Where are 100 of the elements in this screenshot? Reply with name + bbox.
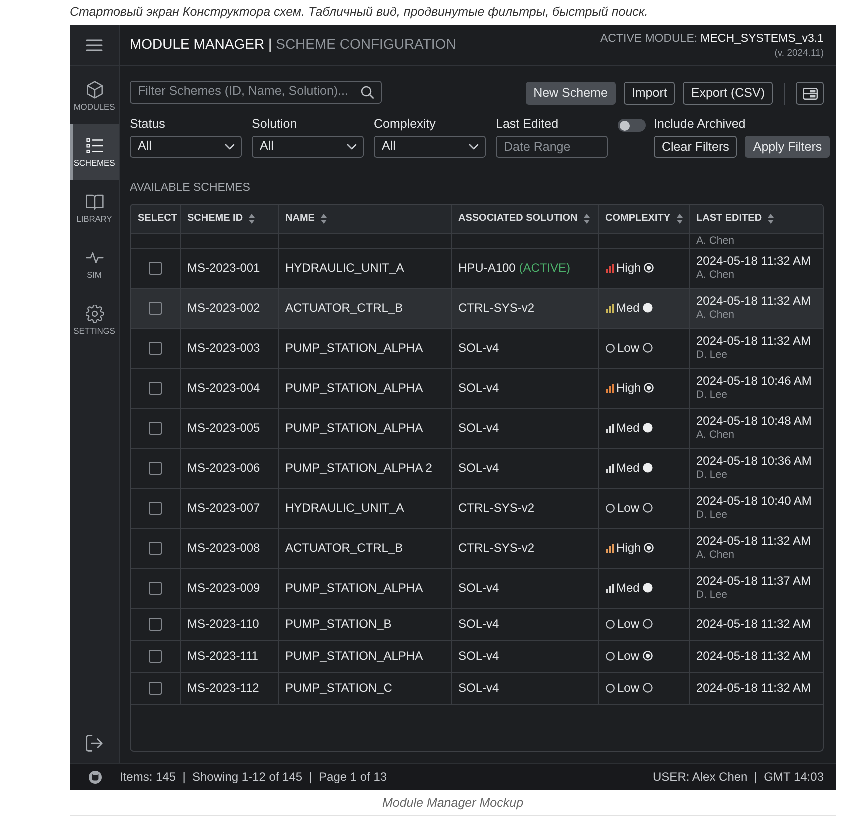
- sidebar-item[interactable]: LIBRARY: [70, 180, 119, 236]
- table-row[interactable]: MS-2023-007 HYDRAULIC_UNIT_A CTRL-SYS-v2 Low 2024-05-18 10:40 AM D. Lee: [131, 488, 823, 528]
- table-cell: HYDRAULIC_UNIT_A: [278, 248, 451, 288]
- sidebar-item[interactable]: SCHEMES: [70, 124, 119, 180]
- table-cell: SOL-v4: [451, 608, 598, 640]
- sort-icon[interactable]: [249, 214, 256, 224]
- toolbar-button[interactable]: New Scheme: [526, 82, 616, 105]
- filter-label: Solution: [252, 117, 298, 132]
- sort-icon[interactable]: [676, 214, 683, 224]
- filter-label: Complexity: [374, 117, 437, 132]
- edited-date: 2024-05-18 11:32 AM: [696, 680, 812, 696]
- checkbox[interactable]: [149, 582, 162, 594]
- logout-icon[interactable]: [86, 735, 103, 752]
- layout-button[interactable]: [796, 82, 824, 105]
- caption-text: Module Manager Mockup: [382, 796, 524, 810]
- filter-button[interactable]: Apply Filters: [745, 136, 830, 158]
- edited-date: 2024-05-18 11:32 AM: [696, 534, 812, 549]
- caret-icon: [469, 144, 479, 150]
- edited-date: 2024-05-18 10:46 AM: [696, 374, 813, 389]
- list-icon: [86, 136, 104, 154]
- table-cell: HPU-A100 (ACTIVE): [451, 248, 598, 288]
- table-cell: PUMP_STATION_C: [278, 672, 451, 704]
- table-row[interactable]: MS-2023-008 ACTUATOR_CTRL_B CTRL-SYS-v2 High 2024-05-18 11:32 AM A. Chen: [131, 528, 823, 568]
- editor-name: A. Chen: [696, 429, 736, 442]
- checkbox[interactable]: [149, 502, 162, 514]
- table-row[interactable]: MS-2023-001 HYDRAULIC_UNIT_A HPU-A100 (ACTIVE) High 2024-05-18 11:32 AM A. Chen: [131, 248, 823, 288]
- sort-icon[interactable]: [768, 214, 774, 224]
- toolbar-button[interactable]: Export (CSV): [683, 82, 773, 105]
- toggle-label: Include Archived: [654, 117, 747, 132]
- editor-name: D. Lee: [696, 349, 728, 362]
- editor-name: D. Lee: [696, 389, 728, 402]
- table-row[interactable]: MS-2023-112 PUMP_STATION_C SOL-v4 Low 2024-05-18 11:32 AM: [131, 672, 823, 704]
- edited-date: 2024-05-18 10:48 AM: [696, 414, 813, 429]
- table-cell: PUMP_STATION_ALPHA: [278, 328, 451, 368]
- table-cell: SOL-v4: [451, 640, 598, 672]
- table-row[interactable]: MS-2023-005 PUMP_STATION_ALPHA SOL-v4 Med 2024-05-18 10:48 AM A. Chen: [131, 408, 823, 448]
- table-cell: PUMP_STATION_ALPHA: [278, 408, 451, 448]
- checkbox[interactable]: [149, 542, 162, 554]
- table-row[interactable]: MS-2023-009 PUMP_STATION_ALPHA SOL-v4 Med 2024-05-18 11:37 AM D. Lee: [131, 568, 823, 608]
- checkbox[interactable]: [149, 682, 162, 694]
- date-range-field[interactable]: Date Range: [496, 136, 608, 158]
- table-cell: SOL-v4: [451, 672, 598, 704]
- sidebar-item[interactable]: MODULES: [70, 68, 119, 124]
- filter-label: Status: [130, 117, 166, 132]
- complexity-label: Low: [618, 340, 640, 356]
- column-header[interactable]: SCHEME ID: [188, 212, 244, 225]
- caret-icon: [225, 144, 235, 150]
- table-row[interactable]: MS-2023-111 PUMP_STATION_ALPHA SOL-v4 Low 2024-05-18 11:32 AM: [131, 640, 823, 672]
- table-cell: PUMP_STATION_ALPHA 2: [278, 448, 451, 488]
- toggle-switch[interactable]: [618, 119, 646, 132]
- table-row[interactable]: MS-2023-004 PUMP_STATION_ALPHA SOL-v4 High 2024-05-18 10:46 AM D. Lee: [131, 368, 823, 408]
- checkbox[interactable]: [149, 462, 162, 474]
- table-row[interactable]: MS-2023-003 PUMP_STATION_ALPHA SOL-v4 Low 2024-05-18 11:32 AM D. Lee: [131, 328, 823, 368]
- filter-button[interactable]: Clear Filters: [654, 136, 738, 158]
- dropdown-field[interactable]: All: [374, 136, 486, 158]
- checkbox[interactable]: [149, 302, 162, 314]
- checkbox[interactable]: [149, 262, 162, 274]
- table-cell: MS-2023-110: [180, 608, 278, 640]
- user-time-text: USER: Alex Chen | GMT 14:03: [653, 770, 825, 784]
- table-cell: MS-2023-008: [180, 528, 278, 568]
- column-header[interactable]: ASSOCIATED SOLUTION: [458, 212, 578, 225]
- checkbox[interactable]: [149, 422, 162, 434]
- checkbox[interactable]: [149, 382, 162, 394]
- column-header[interactable]: LAST EDITED: [696, 212, 762, 225]
- table-row[interactable]: MS-2023-006 PUMP_STATION_ALPHA 2 SOL-v4 Med 2024-05-18 10:36 AM D. Lee: [131, 448, 823, 488]
- column-header[interactable]: NAME: [286, 212, 315, 225]
- sort-icon[interactable]: [320, 214, 327, 224]
- book-icon: [86, 192, 104, 210]
- table-cell: CTRL-SYS-v2: [451, 528, 598, 568]
- sort-icon[interactable]: [584, 214, 590, 224]
- sidebar-item[interactable]: SIM: [70, 236, 119, 292]
- table-cell: SOL-v4: [451, 368, 598, 408]
- edited-date: 2024-05-18 10:40 AM: [696, 494, 813, 509]
- layout-icon: [802, 88, 818, 100]
- table-row[interactable]: MS-2023-110 PUMP_STATION_B SOL-v4 Low 2024-05-18 11:32 AM: [131, 608, 823, 640]
- version-text: (v. 2024.11): [774, 49, 824, 60]
- table-cell: MS-2023-002: [180, 288, 278, 328]
- sidebar-item[interactable]: SETTINGS: [70, 292, 119, 348]
- table-row[interactable]: MS-2023-002 ACTUATOR_CTRL_B CTRL-SYS-v2 Med 2024-05-18 11:32 AM A. Chen: [131, 288, 823, 328]
- table-cell: MS-2023-111: [180, 640, 278, 672]
- checkbox[interactable]: [149, 650, 162, 662]
- table-cell: MS-2023-005: [180, 408, 278, 448]
- dropdown-field[interactable]: All: [252, 136, 364, 158]
- status-text: Items: 145 | Showing 1-12 of 145 | Page 1 of 13: [120, 770, 388, 784]
- editor-name: D. Lee: [696, 469, 728, 482]
- search-field[interactable]: Filter Schemes (ID, Name, Solution)...: [130, 80, 382, 104]
- checkbox[interactable]: [149, 618, 162, 630]
- dropdown-field[interactable]: All: [130, 136, 242, 158]
- edited-date: 2024-05-18 11:32 AM: [696, 648, 812, 664]
- table-cell: SOL-v4: [451, 408, 598, 448]
- edited-date: 2024-05-18 11:32 AM: [696, 294, 812, 309]
- column-header[interactable]: COMPLEXITY: [606, 212, 671, 225]
- editor-name: A. Chen: [696, 234, 736, 246]
- toolbar-button[interactable]: Import: [624, 82, 676, 105]
- checkbox[interactable]: [149, 342, 162, 354]
- complexity-label: High: [616, 380, 642, 396]
- search-icon[interactable]: [361, 86, 374, 98]
- table-cell: ACTUATOR_CTRL_B: [278, 528, 451, 568]
- menu-icon[interactable]: [86, 38, 103, 52]
- table-cell: CTRL-SYS-v2: [451, 488, 598, 528]
